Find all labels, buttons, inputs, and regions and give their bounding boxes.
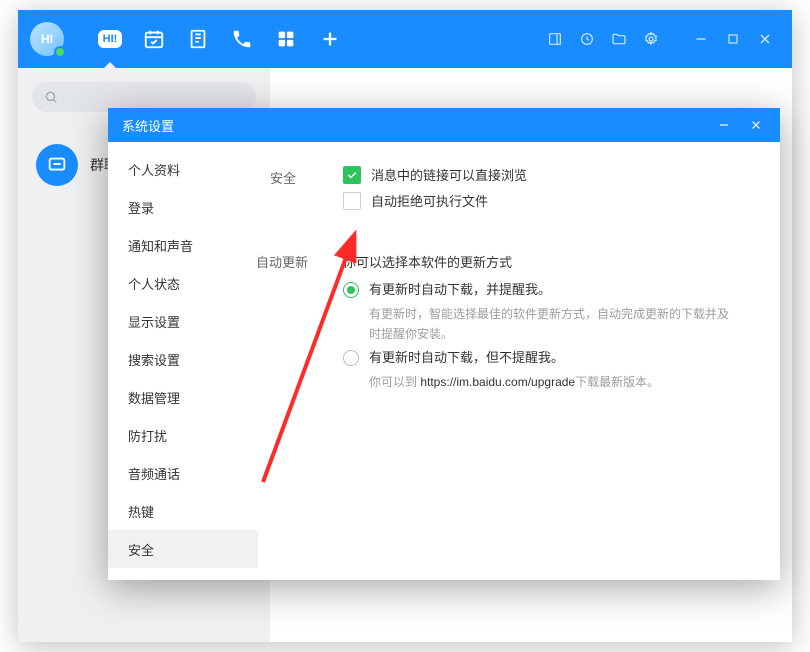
check-icon xyxy=(346,169,358,181)
upgrade-link[interactable]: https://im.baidu.com/upgrade xyxy=(420,375,575,389)
nav-item[interactable]: 防打扰 xyxy=(108,416,258,454)
option-text-block: 有更新时自动下载，并提醒我。 有更新时，智能选择最佳的软件更新方式，自动完成更新… xyxy=(369,280,729,344)
history-icon xyxy=(579,31,595,47)
chat-avatar xyxy=(36,144,78,186)
dialog-sidebar: 个人资料登录通知和声音个人状态显示设置搜索设置数据管理防打扰音频通话热键安全自动… xyxy=(108,142,258,580)
screenshot-icon xyxy=(547,31,563,47)
section-label-autoupdate: 自动更新 xyxy=(258,252,308,271)
minimize-icon xyxy=(693,31,709,47)
status-online-icon xyxy=(54,46,66,58)
option-text-block: 有更新时自动下载，但不提醒我。 你可以到 https://im.baidu.co… xyxy=(369,348,659,392)
update-intro-row: 你可以选择本软件的更新方式 xyxy=(343,252,512,272)
dialog-titlebar: 系统设置 xyxy=(108,108,780,142)
option-label: 有更新时自动下载，并提醒我。 xyxy=(369,282,551,297)
dialog-minimize-button[interactable] xyxy=(714,115,734,135)
nav-item[interactable]: 个人资料 xyxy=(108,150,258,188)
section-label-security: 安全 xyxy=(270,168,296,187)
nav-item[interactable]: 热键 xyxy=(108,492,258,530)
messages-icon: HI! xyxy=(98,30,123,48)
nav-item[interactable]: 数据管理 xyxy=(108,378,258,416)
update-intro: 你可以选择本软件的更新方式 xyxy=(343,255,512,270)
option-label: 消息中的链接可以直接浏览 xyxy=(371,166,527,186)
avatar-text: HI xyxy=(41,32,53,46)
nav-item[interactable]: 音频通话 xyxy=(108,454,258,492)
nav-item[interactable]: 显示设置 xyxy=(108,302,258,340)
folder-icon xyxy=(611,31,627,47)
calendar-icon xyxy=(143,28,165,50)
desc-suffix: 下载最新版本。 xyxy=(575,375,659,389)
nav-calendar-tab[interactable] xyxy=(132,10,176,68)
notebook-icon xyxy=(187,28,209,50)
search-icon xyxy=(44,90,58,104)
close-icon xyxy=(749,118,763,132)
option-label: 自动拒绝可执行文件 xyxy=(371,192,488,212)
nav-add-tab[interactable] xyxy=(308,10,352,68)
screenshot-button[interactable] xyxy=(540,24,570,54)
header-nav: HI! xyxy=(88,10,352,68)
nav-notebook-tab[interactable] xyxy=(176,10,220,68)
nav-item[interactable]: 通知和声音 xyxy=(108,226,258,264)
grid-icon xyxy=(275,28,297,50)
settings-dialog: 系统设置 个人资料登录通知和声音个人状态显示设置搜索设置数据管理防打扰音频通话热… xyxy=(108,108,780,580)
nav-item[interactable]: 个人状态 xyxy=(108,264,258,302)
radio-update-auto-notify[interactable] xyxy=(343,282,359,298)
option-reject-exe: 自动拒绝可执行文件 xyxy=(343,192,488,212)
option-label: 有更新时自动下载，但不提醒我。 xyxy=(369,350,564,365)
settings-button[interactable] xyxy=(636,24,666,54)
option-desc: 有更新时，智能选择最佳的软件更新方式，自动完成更新的下载并及时提醒你安装。 xyxy=(369,304,729,344)
dialog-title-actions xyxy=(714,115,766,135)
folder-button[interactable] xyxy=(604,24,634,54)
desc-prefix: 你可以到 xyxy=(369,375,420,389)
nav-messages-tab[interactable]: HI! xyxy=(88,10,132,68)
nav-item[interactable]: 登录 xyxy=(108,188,258,226)
message-square-icon xyxy=(46,154,68,176)
nav-item[interactable]: 自动更新 xyxy=(108,568,258,580)
option-link-browse: 消息中的链接可以直接浏览 xyxy=(343,166,527,186)
nav-phone-tab[interactable] xyxy=(220,10,264,68)
dialog-body: 个人资料登录通知和声音个人状态显示设置搜索设置数据管理防打扰音频通话热键安全自动… xyxy=(108,142,780,580)
checkbox-link-browse[interactable] xyxy=(343,166,361,184)
window-close-button[interactable] xyxy=(750,24,780,54)
plus-icon xyxy=(319,28,341,50)
dialog-close-button[interactable] xyxy=(746,115,766,135)
gear-icon xyxy=(643,31,659,47)
close-icon xyxy=(757,31,773,47)
minimize-icon xyxy=(717,118,731,132)
window-minimize-button[interactable] xyxy=(686,24,716,54)
nav-item[interactable]: 搜索设置 xyxy=(108,340,258,378)
user-avatar[interactable]: HI xyxy=(30,22,64,56)
checkbox-reject-exe[interactable] xyxy=(343,192,361,210)
nav-item[interactable]: 安全 xyxy=(108,530,258,568)
dialog-content: 安全 消息中的链接可以直接浏览 自动拒绝可执行文件 自动更新 你可以选择本软件的… xyxy=(258,142,780,580)
nav-apps-tab[interactable] xyxy=(264,10,308,68)
header-right xyxy=(540,24,780,54)
header-left: HI HI! xyxy=(30,10,352,68)
maximize-icon xyxy=(725,31,741,47)
history-button[interactable] xyxy=(572,24,602,54)
update-option-2: 有更新时自动下载，但不提醒我。 你可以到 https://im.baidu.co… xyxy=(343,348,659,392)
window-maximize-button[interactable] xyxy=(718,24,748,54)
option-desc: 你可以到 https://im.baidu.com/upgrade下载最新版本。 xyxy=(369,372,659,392)
update-option-1: 有更新时自动下载，并提醒我。 有更新时，智能选择最佳的软件更新方式，自动完成更新… xyxy=(343,280,729,344)
dialog-title-text: 系统设置 xyxy=(122,116,174,135)
phone-icon xyxy=(231,28,253,50)
radio-update-auto-silent[interactable] xyxy=(343,350,359,366)
app-header: HI HI! xyxy=(18,10,792,68)
